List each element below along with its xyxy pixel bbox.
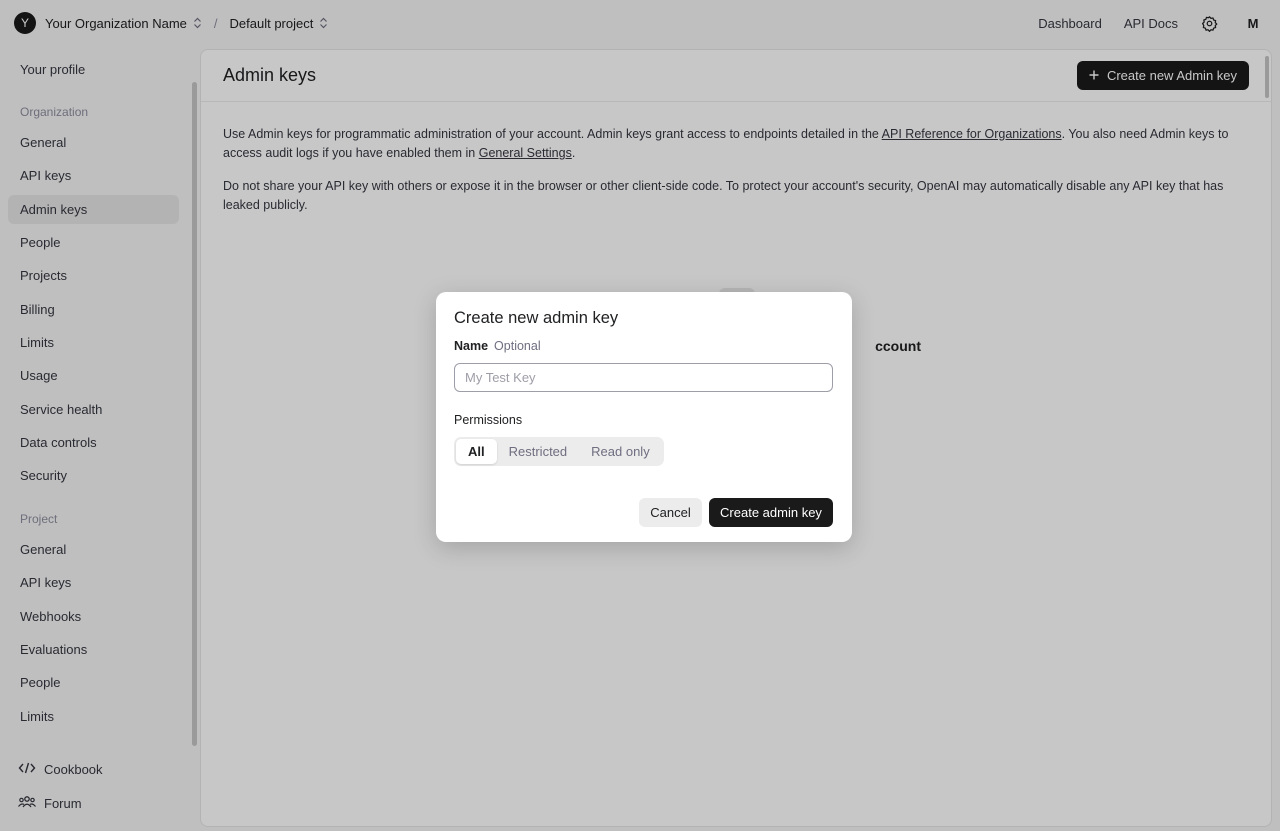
permissions-selector: All Restricted Read only	[454, 437, 664, 466]
permission-option-read-only[interactable]: Read only	[579, 439, 662, 464]
create-admin-key-dialog: Create new admin key Name Optional Permis…	[436, 292, 852, 542]
permission-option-restricted[interactable]: Restricted	[497, 439, 580, 464]
name-label: Name	[454, 339, 489, 353]
dialog-title: Create new admin key	[454, 309, 619, 327]
name-field-label: Name Optional	[454, 339, 541, 353]
permissions-label: Permissions	[454, 413, 523, 427]
create-admin-key-button[interactable]: Create admin key	[709, 498, 833, 527]
permission-option-all[interactable]: All	[456, 439, 497, 464]
optional-hint: Optional	[494, 339, 541, 353]
cancel-button[interactable]: Cancel	[639, 498, 702, 527]
key-name-input[interactable]	[454, 363, 833, 392]
